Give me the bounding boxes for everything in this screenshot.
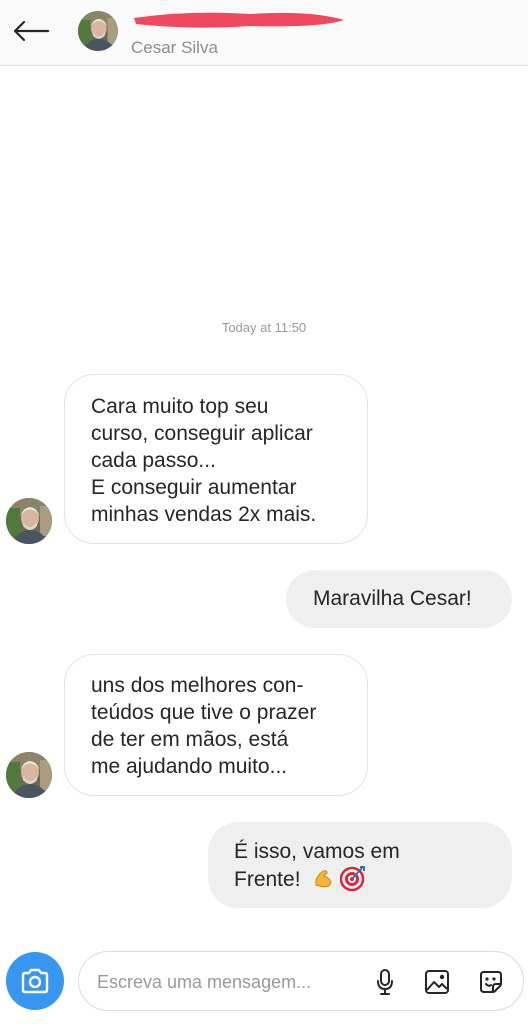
camera-button[interactable] [6,952,64,1010]
message-text-line: teúdos que tive o prazer [91,701,317,724]
flexed-biceps-icon [315,870,332,888]
message-input[interactable] [97,966,357,998]
message-text-line: Cara muito top seu [91,395,269,418]
back-button[interactable] [10,14,52,48]
message-text-line: de ter em mãos, está [91,728,289,751]
message-text-line: minhas vendas 2x mais. [91,503,317,526]
chat-header: Cesar Silva [0,0,528,66]
camera-icon [21,968,49,994]
sticker-button[interactable] [475,966,507,998]
sticker-icon [480,971,502,993]
sender-avatar[interactable] [6,752,52,798]
message-text-line: curso, conseguir aplicar [91,422,313,445]
message-text-line: Frente! [234,865,512,893]
voice-message-button[interactable] [369,966,401,998]
message-text-line: cada passo... [91,449,216,472]
received-message-bubble[interactable]: uns dos melhores con- teúdos que tive o … [64,654,368,796]
message-text-line: É isso, vamos em [234,840,400,863]
image-icon [425,970,449,994]
contact-avatar[interactable] [78,11,118,51]
message-timestamp: Today at 11:50 [221,320,307,335]
arrow-left-icon [13,20,50,42]
sent-message-bubble[interactable]: É isso, vamos em Frente! [208,822,512,908]
received-message-bubble[interactable]: Cara muito top seu curso, conseguir apli… [64,374,368,544]
sent-message-bubble[interactable]: Maravilha Cesar! [286,570,512,628]
message-text-line: me ajudando muito... [91,755,288,778]
message-text: Frente! [234,868,301,891]
message-text-line: uns dos melhores con- [91,674,304,697]
redaction-mark [134,12,344,28]
message-composer [78,951,524,1011]
contact-name[interactable]: Cesar Silva [131,38,218,58]
direct-hit-target-icon [339,866,366,892]
microphone-icon [377,969,393,995]
message-text-line: E conseguir aumentar [91,476,297,499]
gallery-button[interactable] [421,966,453,998]
sender-avatar[interactable] [6,498,52,544]
message-text-line: Maravilha Cesar! [313,587,472,610]
